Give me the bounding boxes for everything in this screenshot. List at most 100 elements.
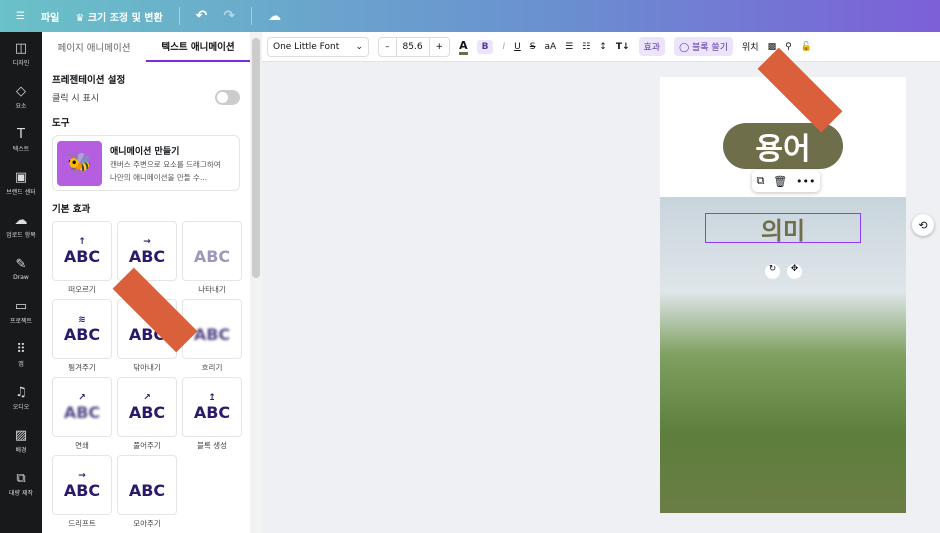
file-menu[interactable]: 파일 xyxy=(41,9,59,24)
tool-desc: 캔버스 주변으로 요소를 드래그하여 xyxy=(110,159,221,169)
tab-page-animation[interactable]: 페이지 애니메이션 xyxy=(42,32,146,62)
effect-card[interactable]: ABC xyxy=(117,455,177,515)
sidebar-item[interactable]: ▣ 브랜드 센터 xyxy=(0,161,42,204)
sidebar-item[interactable]: ☁ 업로드 항목 xyxy=(0,204,42,247)
click-show-toggle[interactable] xyxy=(215,90,240,105)
effect-card[interactable]: ≋ ABC xyxy=(52,299,112,359)
copy-style-icon[interactable]: ⚲ xyxy=(785,42,792,52)
tools-heading: 도구 xyxy=(52,118,70,129)
sidebar-item-label: 브랜드 센터 xyxy=(6,188,36,196)
presentation-heading: 프레젠테이션 설정 xyxy=(52,75,126,86)
effect-label: 떠오르기 xyxy=(68,285,96,294)
effect-item[interactable]: ≋ ABC 튕겨주기 xyxy=(52,299,112,373)
sidebar-icon: ▨ xyxy=(14,427,28,443)
block-button[interactable]: ◯ 블록 쓸기 xyxy=(674,37,733,56)
font-size-stepper[interactable]: –85.6 + xyxy=(378,36,451,57)
vertical-text-icon[interactable]: T↓ xyxy=(616,42,630,52)
decrease-button[interactable]: – xyxy=(379,42,396,52)
duplicate-icon[interactable]: ⧉ xyxy=(756,174,764,188)
effect-item[interactable]: → ABC 드리프트 xyxy=(52,455,112,529)
rotate-handle-icon[interactable]: ↻ xyxy=(765,264,780,279)
effect-arrow-icon: ↥ xyxy=(208,392,216,403)
strikethrough-button[interactable]: S xyxy=(530,42,536,52)
italic-button[interactable]: I xyxy=(502,42,505,52)
sidebar-item[interactable]: T 텍스트 xyxy=(0,118,42,161)
font-size-input[interactable]: 85.6 xyxy=(395,37,430,56)
click-show-label: 클릭 시 표시 xyxy=(52,94,100,104)
underline-button[interactable]: U xyxy=(514,42,521,52)
sidebar-item-label: 디자인 xyxy=(12,59,30,67)
effect-item[interactable]: ↥ ABC 블록 생성 xyxy=(182,377,242,451)
effects-button[interactable]: 효과 xyxy=(638,37,666,56)
effect-card[interactable]: ↑ ABC xyxy=(52,221,112,281)
menu-icon[interactable]: ☰ xyxy=(16,11,25,22)
sidebar-icon: ☁ xyxy=(14,212,28,228)
sidebar-item-label: 요소 xyxy=(15,102,27,110)
effect-card[interactable]: ↥ ABC xyxy=(182,377,242,437)
tab-text-animation[interactable]: 텍스트 애니메이션 xyxy=(146,32,250,62)
sidebar-icon: ◫ xyxy=(14,40,28,56)
sidebar-item-label: 업로드 항목 xyxy=(6,231,36,239)
resize-button[interactable]: ♛ 크기 조정 및 변환 xyxy=(75,9,162,24)
sidebar-item[interactable]: ⧉ 대량 제작 xyxy=(0,462,42,505)
effect-preview: ABC xyxy=(128,402,166,422)
effect-label: 나타내기 xyxy=(198,285,226,294)
more-icon[interactable]: ••• xyxy=(796,175,815,188)
effect-card[interactable]: → ABC xyxy=(117,221,177,281)
effect-label: 풀어주기 xyxy=(133,441,161,450)
effect-card[interactable]: ABC xyxy=(182,221,242,281)
effect-arrow-icon: ≋ xyxy=(78,314,86,325)
trash-icon[interactable]: 🗑 xyxy=(773,175,787,188)
list-icon[interactable]: ☷ xyxy=(582,42,590,52)
sidebar-icon: ✎ xyxy=(15,256,27,272)
sidebar-item-label: 배경 xyxy=(15,446,27,454)
sidebar-icon: ♫ xyxy=(15,384,27,400)
effect-preview: ABC xyxy=(63,480,101,500)
font-select[interactable]: One Little Font ⌄ xyxy=(267,36,369,57)
bold-button[interactable]: B xyxy=(476,39,494,54)
comment-icon[interactable]: ⟲ xyxy=(912,214,934,236)
create-animation-card[interactable]: 🐝 애니메이션 만들기 캔버스 주변으로 요소를 드래그하여 나만의 애니메이션… xyxy=(52,135,240,191)
effect-preview: ABC xyxy=(63,246,101,266)
move-handle-icon[interactable]: ✥ xyxy=(787,264,802,279)
bee-icon: 🐝 xyxy=(57,140,102,186)
position-button[interactable]: 위치 xyxy=(742,40,759,53)
increase-button[interactable]: + xyxy=(430,42,450,52)
effect-card[interactable]: ↗ ABC xyxy=(117,377,177,437)
effect-item[interactable]: ↗ ABC 풀어주기 xyxy=(117,377,177,451)
sidebar-item[interactable]: ♫ 오디오 xyxy=(0,376,42,419)
panel-scrollbar[interactable] xyxy=(250,32,262,533)
sidebar-item-label: 프로젝트 xyxy=(9,317,33,325)
cycling-photo[interactable]: 의미 ↻ ✥ xyxy=(660,197,906,513)
text-color-button[interactable]: A xyxy=(459,39,468,55)
effect-card[interactable]: ↗ ABC xyxy=(52,377,112,437)
case-button[interactable]: aA xyxy=(544,42,556,52)
sidebar-item-label: 오디오 xyxy=(12,403,30,411)
align-icon[interactable]: ☰ xyxy=(565,42,573,52)
effect-item[interactable]: ABC 모아주기 xyxy=(117,455,177,529)
redo-icon[interactable]: ↷ xyxy=(223,8,235,24)
sidebar-item-label: Draw xyxy=(13,273,29,281)
title-text[interactable]: 용어 xyxy=(723,123,843,169)
effect-item[interactable]: ↗ ABC 연쇄 xyxy=(52,377,112,451)
effect-item[interactable]: ABC 나타내기 xyxy=(182,221,242,295)
sidebar-item[interactable]: ✎ Draw xyxy=(0,247,42,290)
sidebar-item[interactable]: ◫ 디자인 xyxy=(0,32,42,75)
cloud-save-icon[interactable]: ☁ xyxy=(268,9,281,24)
sidebar-item[interactable]: ▨ 배경 xyxy=(0,419,42,462)
sidebar-item[interactable]: ▭ 프로젝트 xyxy=(0,290,42,333)
sidebar-item[interactable]: ◇ 요소 xyxy=(0,75,42,118)
tool-desc: 나만의 애니메이션을 만들 수... xyxy=(110,172,208,182)
sidebar-icon: ⧉ xyxy=(16,470,26,486)
selected-subtitle-text[interactable]: 의미 xyxy=(705,213,861,245)
sidebar-icon: ⠿ xyxy=(16,341,26,357)
design-page[interactable]: 용어 ⧉ 🗑 ••• 의미 ↻ ✥ xyxy=(660,77,906,513)
effect-item[interactable]: ↑ ABC 떠오르기 xyxy=(52,221,112,295)
lock-icon[interactable]: 🔓 xyxy=(801,42,812,52)
sidebar-item[interactable]: ⠿ 앱 xyxy=(0,333,42,376)
effect-card[interactable]: → ABC xyxy=(52,455,112,515)
spacing-icon[interactable]: ↕ xyxy=(599,42,607,52)
effect-arrow-icon: ↗ xyxy=(143,392,151,403)
effect-preview: ABC xyxy=(128,246,166,266)
undo-icon[interactable]: ↶ xyxy=(196,8,208,24)
